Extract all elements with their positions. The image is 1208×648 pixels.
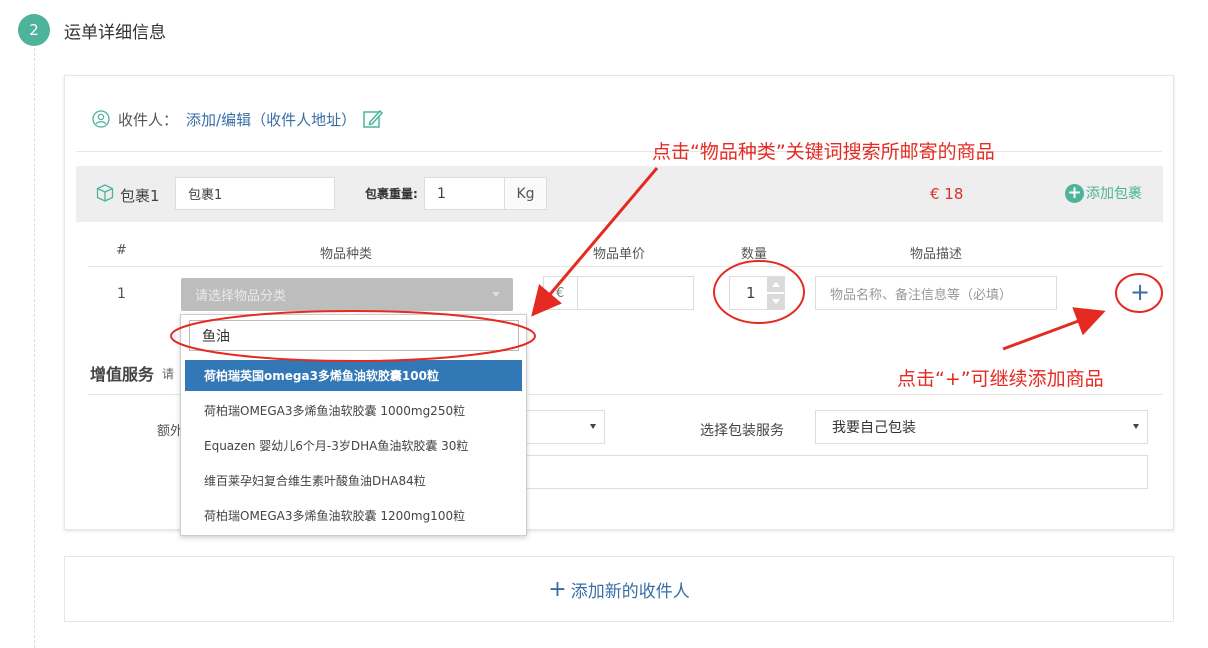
dropdown-option[interactable]: 荷柏瑞英国omega3多烯鱼油软胶囊100粒 bbox=[185, 360, 522, 391]
annotation-category-hint: 点击“物品种类”关键词搜索所邮寄的商品 bbox=[652, 141, 995, 163]
annotation-plus-hint: 点击“+”可继续添加商品 bbox=[897, 368, 1104, 390]
col-header-quantity: 数量 bbox=[741, 247, 768, 262]
step-number-badge: 2 bbox=[18, 14, 50, 46]
receiver-label: 收件人： bbox=[118, 110, 179, 129]
dropdown-option[interactable]: 荷柏瑞OMEGA3多烯鱼油软胶囊 1200mg100粒 bbox=[185, 500, 522, 531]
stepper-down-button[interactable] bbox=[767, 294, 784, 309]
plus-icon: + bbox=[548, 576, 567, 602]
category-search-input[interactable]: 鱼油 bbox=[189, 320, 519, 351]
weight-unit: Kg bbox=[504, 177, 547, 210]
row-index: 1 bbox=[117, 286, 126, 302]
dropdown-option[interactable]: Equazen 婴幼儿6个月-3岁DHA鱼油软胶囊 30粒 bbox=[185, 430, 522, 461]
extra-service-select[interactable] bbox=[520, 410, 605, 444]
packaging-value: 我要自己包装 bbox=[832, 420, 916, 436]
edit-icon[interactable] bbox=[362, 108, 384, 130]
dropdown-option[interactable]: 荷柏瑞OMEGA3多烯鱼油软胶囊 1000mg250粒 bbox=[185, 395, 522, 426]
user-icon bbox=[92, 110, 110, 128]
package-name-input[interactable]: 包裹1 bbox=[175, 177, 335, 210]
caret-down-icon bbox=[1133, 424, 1139, 429]
quantity-stepper bbox=[767, 277, 784, 309]
caret-down-icon bbox=[590, 424, 596, 429]
currency-addon: € bbox=[543, 276, 578, 310]
edit-receiver-link[interactable]: 添加/编辑（收件人地址） bbox=[186, 109, 356, 130]
col-header-description: 物品描述 bbox=[910, 247, 963, 262]
packaging-label: 选择包装服务 bbox=[700, 423, 784, 439]
add-receiver-label: 添加新的收件人 bbox=[570, 581, 690, 602]
divider bbox=[76, 151, 1162, 152]
col-header-price: 物品单价 bbox=[593, 247, 646, 262]
col-header-category: 物品种类 bbox=[320, 247, 373, 262]
add-receiver-button[interactable]: + 添加新的收件人 bbox=[64, 556, 1174, 622]
step-title: 运单详细信息 bbox=[64, 23, 166, 43]
unit-price-input[interactable] bbox=[577, 276, 694, 310]
add-package-label: 添加包裹 bbox=[1086, 186, 1142, 202]
package-name: 包裹1 bbox=[120, 187, 160, 205]
weight-label: 包裹重量: bbox=[365, 187, 418, 201]
receiver-row: 收件人： 添加/编辑（收件人地址） bbox=[92, 108, 384, 130]
category-select[interactable]: 请选择物品分类 bbox=[181, 278, 513, 311]
packaging-select[interactable]: 我要自己包装 bbox=[815, 410, 1148, 444]
caret-up-icon bbox=[771, 282, 780, 287]
dropdown-option[interactable]: 维百莱孕妇复合维生素叶酸鱼油DHA84粒 bbox=[185, 465, 522, 496]
add-item-button[interactable]: + bbox=[1130, 280, 1150, 304]
package-price: € 18 bbox=[930, 185, 964, 203]
caret-down-icon bbox=[771, 299, 780, 304]
description-input[interactable]: 物品名称、备注信息等（必填） bbox=[815, 276, 1057, 310]
add-package-button[interactable]: + 添加包裹 bbox=[1065, 183, 1142, 203]
stepper-up-button[interactable] bbox=[767, 277, 784, 292]
remarks-input[interactable] bbox=[520, 455, 1148, 489]
caret-down-icon bbox=[492, 292, 500, 297]
step-divider bbox=[34, 48, 35, 648]
plus-circle-icon: + bbox=[1065, 183, 1084, 203]
col-header-index: # bbox=[116, 243, 127, 258]
value-added-title: 增值服务 bbox=[90, 365, 155, 384]
divider bbox=[88, 266, 1163, 267]
value-added-note: 请 bbox=[162, 367, 175, 381]
weight-input[interactable]: 1 bbox=[424, 177, 505, 210]
box-icon bbox=[96, 184, 114, 202]
